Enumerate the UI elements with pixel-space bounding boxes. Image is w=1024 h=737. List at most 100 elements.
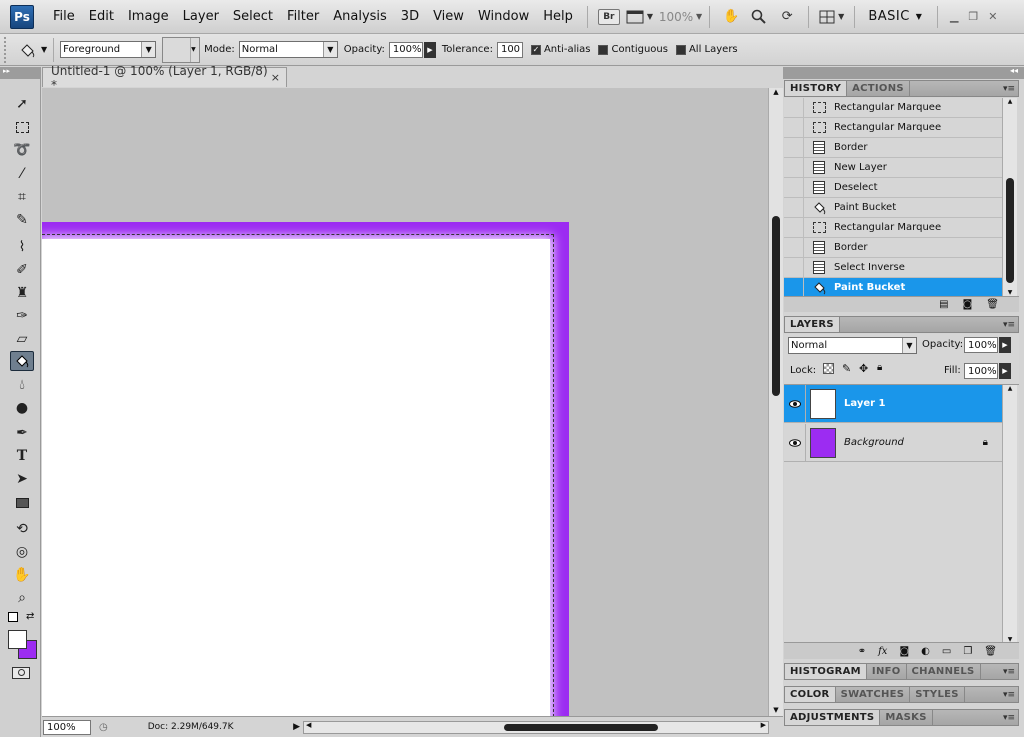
arrange-documents-button[interactable]: ▼ xyxy=(819,6,844,28)
pen-tool[interactable]: ✒ xyxy=(10,423,34,443)
lasso-tool[interactable]: ➰ xyxy=(10,140,34,160)
lock-all-icon[interactable]: 🔒︎ xyxy=(877,362,882,373)
history-brush-tool[interactable]: ✑ xyxy=(10,306,34,326)
tool-preset-picker[interactable]: ▼ xyxy=(18,41,47,59)
layer-blend-mode-select[interactable]: Normal ▼ xyxy=(788,337,917,354)
fill-input[interactable]: 100% xyxy=(964,363,998,379)
new-layer-icon[interactable]: ❐ xyxy=(963,646,972,657)
history-scroll-thumb[interactable] xyxy=(1006,178,1014,283)
marquee-tool[interactable] xyxy=(10,117,34,137)
tab-layers[interactable]: LAYERS xyxy=(785,317,840,332)
history-state[interactable]: Rectangular Marquee xyxy=(784,218,1002,238)
3d-orbit-tool[interactable]: ◎ xyxy=(10,542,34,562)
tab-adjustments[interactable]: ADJUSTMENTS xyxy=(785,710,881,725)
eraser-tool[interactable]: ▱ xyxy=(10,329,34,349)
move-tool[interactable]: ➚ xyxy=(10,94,34,114)
panel-menu-icon[interactable]: ▾≡ xyxy=(1000,81,1018,96)
history-state[interactable]: Rectangular Marquee xyxy=(784,118,1002,138)
lock-transparency-icon[interactable] xyxy=(823,363,834,374)
history-source-toggle[interactable] xyxy=(784,218,804,237)
minimize-icon[interactable]: ▁ xyxy=(950,10,958,23)
quick-mask-button[interactable] xyxy=(12,667,30,679)
clone-stamp-tool[interactable]: ♜ xyxy=(10,283,34,303)
link-layers-icon[interactable]: ⚭ xyxy=(858,646,866,657)
opacity-input[interactable]: 100% xyxy=(388,41,423,58)
panel-menu-icon[interactable]: ▾≡ xyxy=(1000,687,1018,702)
scroll-up-icon[interactable]: ▲ xyxy=(1003,98,1017,105)
visibility-eye-icon[interactable] xyxy=(784,424,806,461)
quick-selection-tool[interactable]: ⁄ xyxy=(10,164,34,184)
horizontal-scroll-thumb[interactable] xyxy=(504,723,658,731)
history-state[interactable]: Select Inverse xyxy=(784,258,1002,278)
default-colors-icon[interactable] xyxy=(8,612,18,622)
panel-menu-icon[interactable]: ▾≡ xyxy=(1000,317,1018,332)
new-document-from-state-icon[interactable]: ▤ xyxy=(939,299,948,310)
layer-name[interactable]: Layer 1 xyxy=(844,398,885,409)
history-source-toggle[interactable] xyxy=(784,118,804,137)
visibility-eye-icon[interactable] xyxy=(784,385,806,422)
close-document-icon[interactable]: × xyxy=(271,71,280,84)
grip-handle[interactable] xyxy=(4,36,10,63)
crop-tool[interactable]: ⌗ xyxy=(10,187,34,207)
menu-3d[interactable]: 3D xyxy=(394,9,426,24)
tab-masks[interactable]: MASKS xyxy=(880,710,933,725)
layer-opacity-slider-button[interactable]: ▶ xyxy=(999,337,1011,353)
tab-histogram[interactable]: HISTOGRAM xyxy=(785,664,867,679)
history-scrollbar[interactable]: ▲ ▼ xyxy=(1002,98,1017,296)
tab-history[interactable]: HISTORY xyxy=(785,81,848,96)
layers-scrollbar[interactable]: ▲ ▼ xyxy=(1002,385,1017,643)
3d-rotate-tool[interactable]: ⟲ xyxy=(10,519,34,539)
menu-help[interactable]: Help xyxy=(536,9,580,24)
pattern-picker[interactable]: ▼ xyxy=(162,36,201,63)
zoom-level[interactable]: 100% xyxy=(659,6,693,28)
delete-layer-icon[interactable]: 🗑︎ xyxy=(984,646,997,657)
scroll-up-icon[interactable]: ▲ xyxy=(769,88,783,100)
layer-row[interactable]: Background 🔒︎ xyxy=(784,424,1002,462)
lock-position-icon[interactable]: ✥ xyxy=(859,362,868,375)
hand-tool[interactable]: ✋ xyxy=(10,565,34,585)
horizontal-scrollbar[interactable]: ◀ ▶ xyxy=(303,720,769,734)
history-state[interactable]: Border xyxy=(784,138,1002,158)
shape-tool[interactable] xyxy=(10,493,34,513)
document-canvas[interactable] xyxy=(42,222,569,716)
history-state[interactable]: Border xyxy=(784,238,1002,258)
menu-analysis[interactable]: Analysis xyxy=(326,9,394,24)
history-state[interactable]: New Layer xyxy=(784,158,1002,178)
dodge-tool[interactable]: ● xyxy=(10,398,34,418)
scroll-down-icon[interactable]: ▼ xyxy=(1003,289,1017,296)
scroll-right-icon[interactable]: ▶ xyxy=(761,721,766,729)
status-menu-icon[interactable]: ▶ xyxy=(293,722,300,732)
blend-mode-select[interactable]: Normal ▼ xyxy=(238,41,338,58)
fill-source-select[interactable]: Foreground ▼ xyxy=(60,41,157,58)
contiguous-checkbox[interactable] xyxy=(598,44,609,55)
paint-bucket-tool[interactable] xyxy=(10,351,34,371)
adjustment-layer-icon[interactable]: ◐ xyxy=(921,646,930,657)
menu-edit[interactable]: Edit xyxy=(82,9,121,24)
menu-window[interactable]: Window xyxy=(471,9,536,24)
eyedropper-tool[interactable]: ✎ xyxy=(10,210,34,230)
launch-bridge-button[interactable]: Br xyxy=(597,8,620,25)
history-source-toggle[interactable] xyxy=(784,278,804,297)
all-layers-checkbox[interactable] xyxy=(675,44,686,55)
tab-info[interactable]: INFO xyxy=(867,664,907,679)
history-source-toggle[interactable] xyxy=(784,138,804,157)
history-source-toggle[interactable] xyxy=(784,158,804,177)
history-source-toggle[interactable] xyxy=(784,238,804,257)
layer-style-icon[interactable]: fx xyxy=(878,646,887,657)
new-snapshot-icon[interactable]: ◙ xyxy=(963,299,973,310)
history-source-toggle[interactable] xyxy=(784,198,804,217)
blur-tool[interactable]: 💧︎ xyxy=(10,375,34,395)
history-state[interactable]: Rectangular Marquee xyxy=(784,98,1002,118)
tab-channels[interactable]: CHANNELS xyxy=(907,664,981,679)
panel-menu-icon[interactable]: ▾≡ xyxy=(1000,710,1018,725)
lock-pixels-icon[interactable]: ✎ xyxy=(842,362,851,375)
close-icon[interactable]: ✕ xyxy=(988,10,997,23)
history-state[interactable]: Deselect xyxy=(784,178,1002,198)
menu-layer[interactable]: Layer xyxy=(176,9,226,24)
new-group-icon[interactable]: ▭ xyxy=(942,646,951,657)
layer-row[interactable]: Layer 1 xyxy=(784,385,1002,423)
panel-menu-icon[interactable]: ▾≡ xyxy=(1000,664,1018,679)
workspace-switcher[interactable]: BASIC xyxy=(868,9,909,24)
vertical-scroll-thumb[interactable] xyxy=(772,216,780,396)
vertical-scrollbar[interactable]: ▲ ▼ xyxy=(768,88,783,716)
